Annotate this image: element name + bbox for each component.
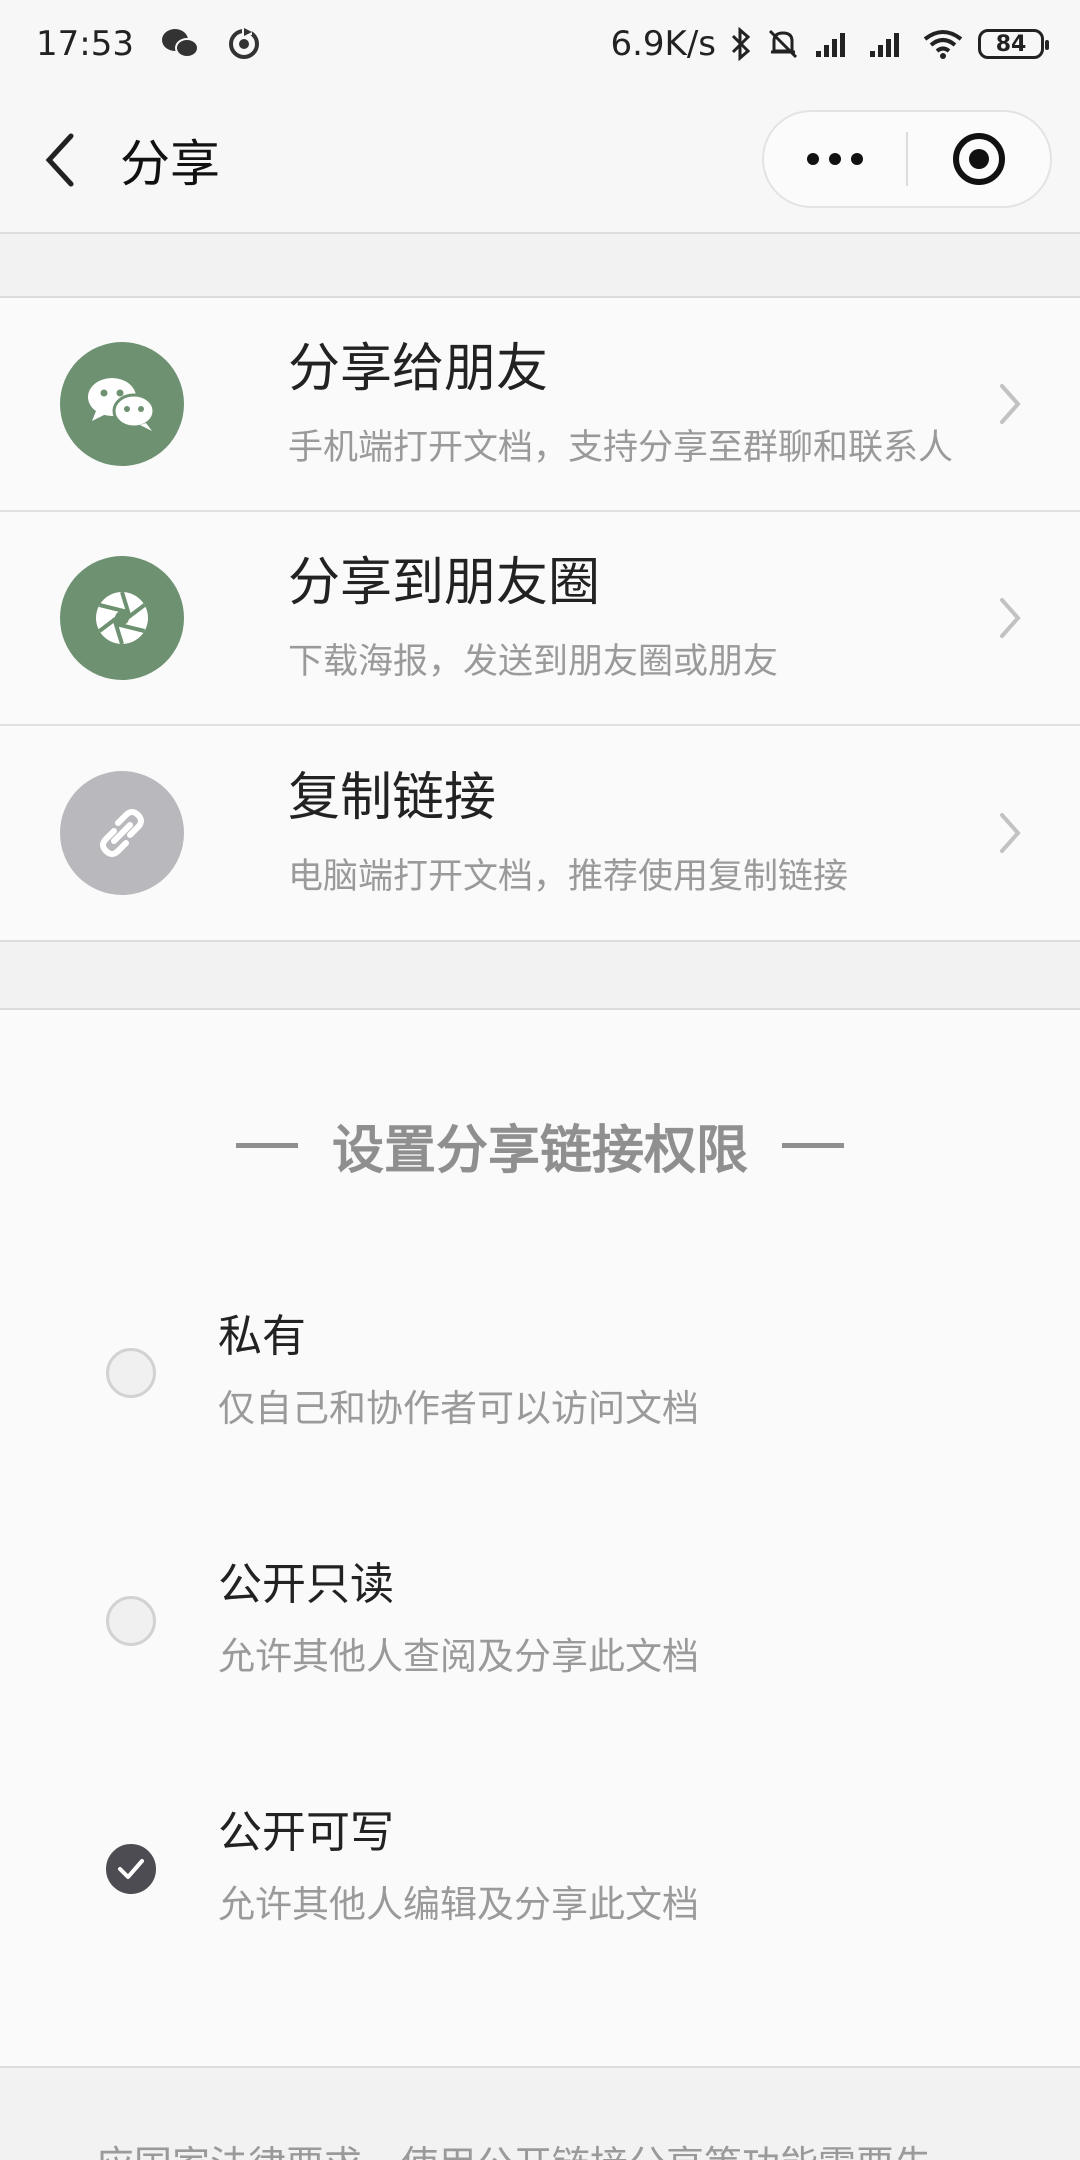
net-speed: 6.9K/s xyxy=(610,24,716,64)
share-options-list: 分享给朋友 手机端打开文档，支持分享至群聊和联系人 分享到朋友圈 下载海报，发送… xyxy=(0,296,1080,942)
permission-option-private[interactable]: 私有 仅自己和协作者可以访问文档 xyxy=(0,1300,1080,1500)
permission-desc: 允许其他人查阅及分享此文档 xyxy=(218,1635,699,1678)
chevron-right-icon xyxy=(1000,813,1021,853)
share-item-title: 分享到朋友圈 xyxy=(288,553,601,614)
permission-heading-text: 设置分享链接权限 xyxy=(331,1120,748,1181)
permission-option-public-readonly[interactable]: 公开只读 允许其他人查阅及分享此文档 xyxy=(0,1548,1080,1748)
close-miniprogram-button[interactable] xyxy=(908,112,1050,206)
radio-checked[interactable] xyxy=(106,1844,156,1894)
permission-desc: 允许其他人编辑及分享此文档 xyxy=(218,1883,699,1926)
permission-option-public-writable[interactable]: 公开可写 允许其他人编辑及分享此文档 xyxy=(0,1796,1080,1996)
share-item-subtitle: 电脑端打开文档，推荐使用复制链接 xyxy=(288,856,849,897)
chevron-right-icon xyxy=(1000,384,1021,424)
status-time: 17:53 xyxy=(36,24,134,64)
status-bar: 17:53 6.9K/s 84 xyxy=(0,0,1080,88)
share-page: 17:53 6.9K/s 84 分享 分享给朋友 手机端打开文档，支持分享至群聊… xyxy=(0,0,1080,2160)
target-icon xyxy=(953,133,1005,185)
share-to-friend-item[interactable]: 分享给朋友 手机端打开文档，支持分享至群聊和联系人 xyxy=(0,298,1080,512)
more-dots-icon xyxy=(807,153,863,165)
permission-heading: 设置分享链接权限 xyxy=(0,1108,1080,1183)
heading-dash xyxy=(782,1143,844,1148)
share-item-title: 分享给朋友 xyxy=(288,339,549,400)
sync-icon xyxy=(226,26,262,62)
navigation-bar: 分享 xyxy=(0,88,1080,234)
bluetooth-icon xyxy=(730,27,752,61)
chevron-right-icon xyxy=(1000,598,1021,638)
page-title: 分享 xyxy=(120,135,220,193)
back-button[interactable] xyxy=(0,87,120,233)
battery-indicator: 84 xyxy=(978,29,1049,59)
radio-unchecked[interactable] xyxy=(106,1348,156,1398)
heading-dash xyxy=(235,1143,298,1148)
wechat-chat-icon xyxy=(60,342,184,466)
signal-icon xyxy=(868,29,908,59)
permission-title: 公开只读 xyxy=(218,1559,394,1610)
radio-unchecked[interactable] xyxy=(106,1596,156,1646)
wechat-icon xyxy=(160,27,200,61)
signal-icon xyxy=(814,29,854,59)
checkmark-icon xyxy=(118,1859,144,1879)
wifi-icon xyxy=(922,28,964,60)
permission-title: 公开可写 xyxy=(218,1807,394,1858)
moments-aperture-icon xyxy=(60,556,184,680)
share-item-subtitle: 手机端打开文档，支持分享至群聊和联系人 xyxy=(288,427,954,468)
share-item-title: 复制链接 xyxy=(288,768,497,829)
more-button[interactable] xyxy=(764,112,906,206)
legal-notice: 应国家法律要求，使用公开链接分享等功能需要先 xyxy=(96,2134,996,2160)
link-permission-section: 设置分享链接权限 私有 仅自己和协作者可以访问文档 公开只读 允许其他人查阅及分… xyxy=(0,1008,1080,2068)
permission-title: 私有 xyxy=(218,1311,306,1362)
share-to-moments-item[interactable]: 分享到朋友圈 下载海报，发送到朋友圈或朋友 xyxy=(0,512,1080,726)
mute-icon xyxy=(766,27,800,61)
permission-desc: 仅自己和协作者可以访问文档 xyxy=(218,1387,699,1430)
mini-program-capsule xyxy=(762,110,1052,208)
chevron-left-icon xyxy=(45,133,74,187)
link-icon xyxy=(60,771,184,895)
copy-link-item[interactable]: 复制链接 电脑端打开文档，推荐使用复制链接 xyxy=(0,726,1080,940)
share-item-subtitle: 下载海报，发送到朋友圈或朋友 xyxy=(288,641,779,682)
